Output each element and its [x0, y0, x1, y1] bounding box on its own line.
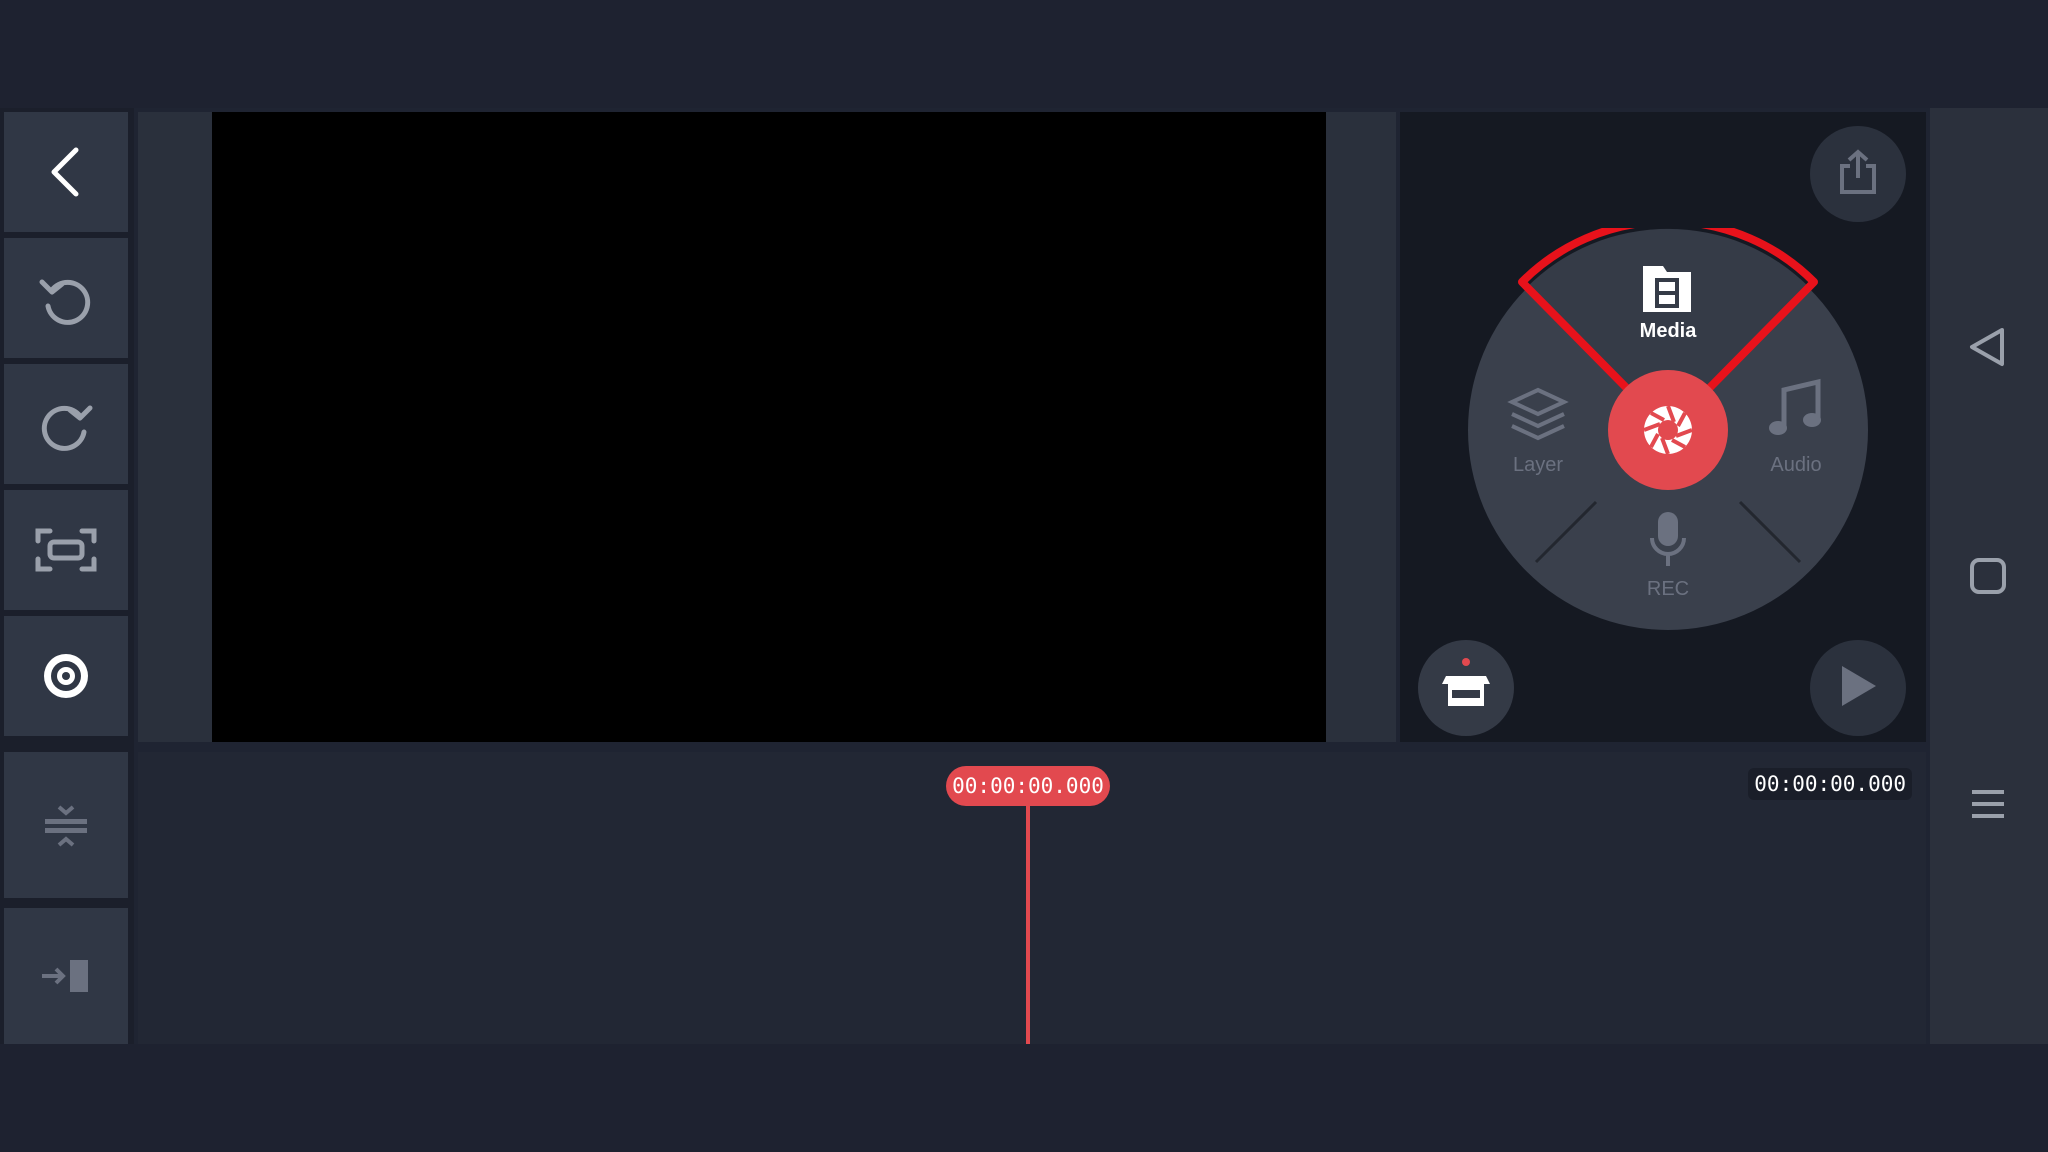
nav-back-button[interactable] [1960, 322, 2016, 377]
total-duration: 00:00:00.000 [1748, 768, 1912, 800]
nav-home-button[interactable] [1960, 556, 2016, 605]
store-icon [1438, 657, 1494, 719]
layer-button[interactable] [1506, 386, 1570, 447]
share-button[interactable] [1810, 126, 1906, 222]
nav-recents-button[interactable] [1960, 784, 2016, 837]
action-wheel: Media Layer Audio REC [1466, 228, 1870, 632]
undo-icon [36, 268, 96, 328]
playhead[interactable] [1026, 806, 1030, 1044]
current-time-pill: 00:00:00.000 [946, 766, 1110, 806]
editor-screen: Media Layer Audio REC 00:00:00.000 00:00… [0, 108, 2048, 1044]
preview-frame [138, 112, 1396, 742]
store-button[interactable] [1418, 640, 1514, 736]
rec-label: REC [1646, 578, 1690, 600]
shutter-icon [1638, 405, 1698, 464]
jump-to-end-icon [38, 956, 94, 996]
media-button[interactable] [1631, 262, 1703, 321]
fullscreen-icon [34, 525, 98, 575]
settings-button[interactable] [4, 616, 128, 736]
back-button[interactable] [4, 112, 128, 232]
audio-button[interactable] [1766, 378, 1826, 449]
timeline-adjust-icon [41, 797, 91, 853]
chevron-left-icon [46, 146, 86, 198]
rec-button[interactable] [1646, 508, 1690, 575]
video-preview[interactable] [212, 112, 1326, 742]
settings-icon [38, 648, 94, 704]
media-label: Media [1639, 320, 1697, 342]
system-nav-bar [1930, 108, 2048, 1044]
left-toolbar [0, 108, 134, 1044]
layer-label: Layer [1512, 454, 1564, 476]
capture-button[interactable] [1638, 400, 1698, 465]
music-note-icon [1766, 378, 1826, 448]
media-folder-icon [1631, 266, 1703, 320]
undo-button[interactable] [4, 238, 128, 358]
play-button[interactable] [1810, 640, 1906, 736]
nav-recents-icon [1960, 790, 2016, 836]
nav-back-icon [1960, 328, 2016, 376]
audio-label: Audio [1770, 454, 1822, 476]
microphone-icon [1646, 512, 1690, 574]
play-icon [1836, 662, 1880, 715]
timeline-adjust-button[interactable] [4, 752, 128, 898]
media-panel: Media Layer Audio REC [1400, 112, 1926, 742]
share-icon [1836, 148, 1880, 201]
nav-home-icon [1960, 558, 2016, 604]
layer-icon [1506, 387, 1570, 446]
fullscreen-button[interactable] [4, 490, 128, 610]
timeline[interactable]: 00:00:00.000 00:00:00.000 [138, 752, 1926, 1044]
redo-icon [36, 394, 96, 454]
redo-button[interactable] [4, 364, 128, 484]
jump-to-end-button[interactable] [4, 908, 128, 1044]
